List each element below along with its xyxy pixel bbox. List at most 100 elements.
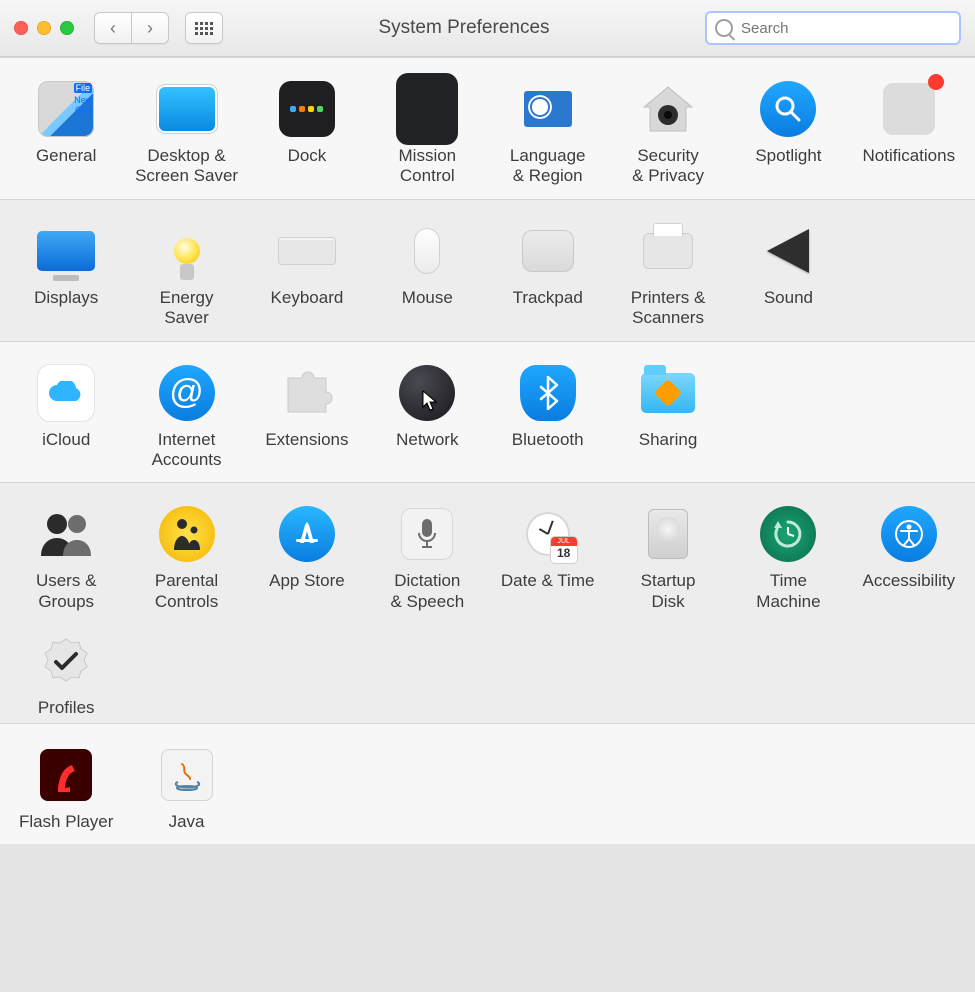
pref-displays[interactable]: Displays: [6, 220, 126, 329]
flash-icon: [35, 744, 97, 806]
pref-mission-control[interactable]: Mission Control: [367, 78, 487, 187]
pref-label: Sharing: [639, 430, 698, 450]
speaker-icon: [757, 220, 819, 282]
pref-icloud[interactable]: iCloud: [6, 362, 126, 471]
pref-label: Keyboard: [271, 288, 344, 308]
pref-label: Startup Disk: [641, 571, 696, 612]
pref-app-store[interactable]: App Store: [247, 503, 367, 612]
search-icon: [715, 19, 733, 37]
pref-label: Displays: [34, 288, 98, 308]
keyboard-icon: [276, 220, 338, 282]
pref-label: Accessibility: [863, 571, 956, 591]
pref-parental-controls[interactable]: Parental Controls: [126, 503, 246, 612]
pref-java[interactable]: Java: [126, 744, 246, 832]
pref-label: Spotlight: [755, 146, 821, 166]
pref-keyboard[interactable]: Keyboard: [247, 220, 367, 329]
lightbulb-icon: [156, 220, 218, 282]
pref-time-machine[interactable]: Time Machine: [728, 503, 848, 612]
pref-date-time[interactable]: JUL 18 Date & Time: [488, 503, 608, 612]
prefs-row-hardware: Displays Energy Saver Keyboard Mouse Tra…: [0, 199, 975, 341]
pref-profiles[interactable]: Profiles: [6, 630, 126, 718]
pref-accessibility[interactable]: Accessibility: [849, 503, 969, 612]
display-icon: [35, 220, 97, 282]
search-input[interactable]: [739, 19, 951, 38]
spotlight-icon: [757, 78, 819, 140]
pref-users-groups[interactable]: Users & Groups: [6, 503, 126, 612]
prefs-row-internet: iCloud @ Internet Accounts Extensions Ne…: [0, 341, 975, 483]
pref-flash-player[interactable]: Flash Player: [6, 744, 126, 832]
puzzle-icon: [276, 362, 338, 424]
pref-network[interactable]: Network: [367, 362, 487, 471]
trackpad-icon: [517, 220, 579, 282]
profiles-icon: [35, 630, 97, 692]
pref-label: App Store: [269, 571, 345, 591]
cloud-icon: [35, 362, 97, 424]
pref-label: Time Machine: [756, 571, 820, 612]
toolbar: ‹ › System Preferences: [0, 0, 975, 57]
pref-language-region[interactable]: Language & Region: [488, 78, 608, 187]
cursor-icon: [422, 390, 438, 412]
notifications-icon: [878, 78, 940, 140]
pref-label: Mouse: [402, 288, 453, 308]
pref-sharing[interactable]: Sharing: [608, 362, 728, 471]
back-button[interactable]: ‹: [94, 12, 132, 44]
app-store-icon: [276, 503, 338, 565]
show-all-button[interactable]: [185, 12, 223, 44]
mouse-icon: [396, 220, 458, 282]
pref-label: Mission Control: [399, 146, 457, 187]
pref-internet-accounts[interactable]: @ Internet Accounts: [126, 362, 246, 471]
pref-label: Desktop & Screen Saver: [135, 146, 238, 187]
pref-trackpad[interactable]: Trackpad: [488, 220, 608, 329]
prefs-row-thirdparty: Flash Player Java: [0, 723, 975, 844]
pref-security-privacy[interactable]: Security & Privacy: [608, 78, 728, 187]
bluetooth-icon: [517, 362, 579, 424]
pref-label: Sound: [764, 288, 813, 308]
pref-label: Notifications: [863, 146, 956, 166]
dock-icon: [276, 78, 338, 140]
pref-label: Trackpad: [513, 288, 583, 308]
parental-controls-icon: [156, 503, 218, 565]
pref-label: Printers & Scanners: [631, 288, 706, 329]
hard-drive-icon: [637, 503, 699, 565]
house-lock-icon: [637, 78, 699, 140]
search-field[interactable]: [705, 11, 961, 45]
accessibility-icon: [878, 503, 940, 565]
globe-icon: [396, 362, 458, 424]
pref-general[interactable]: File New One General: [6, 78, 126, 187]
pref-label: Parental Controls: [155, 571, 218, 612]
pref-label: Flash Player: [19, 812, 113, 832]
close-window-button[interactable]: [14, 21, 28, 35]
prefs-row-system: Users & Groups Parental Controls App Sto…: [0, 482, 975, 722]
pref-label: Bluetooth: [512, 430, 584, 450]
window-controls: [14, 21, 74, 35]
pref-mouse[interactable]: Mouse: [367, 220, 487, 329]
pref-spotlight[interactable]: Spotlight: [728, 78, 848, 187]
pref-notifications[interactable]: Notifications: [849, 78, 969, 187]
pref-startup-disk[interactable]: Startup Disk: [608, 503, 728, 612]
forward-button[interactable]: ›: [132, 12, 169, 44]
pref-label: Energy Saver: [160, 288, 214, 329]
pref-desktop-screensaver[interactable]: Desktop & Screen Saver: [126, 78, 246, 187]
time-machine-icon: [757, 503, 819, 565]
pref-bluetooth[interactable]: Bluetooth: [488, 362, 608, 471]
pref-energy-saver[interactable]: Energy Saver: [126, 220, 246, 329]
zoom-window-button[interactable]: [60, 21, 74, 35]
java-icon: [156, 744, 218, 806]
pref-label: Language & Region: [510, 146, 586, 187]
pref-label: iCloud: [42, 430, 90, 450]
pref-dictation-speech[interactable]: Dictation & Speech: [367, 503, 487, 612]
prefs-row-personal: File New One General Desktop & Screen Sa…: [0, 57, 975, 199]
mission-control-icon: [396, 78, 458, 140]
microphone-icon: [396, 503, 458, 565]
pref-label: Security & Privacy: [632, 146, 704, 187]
pref-label: Users & Groups: [36, 571, 96, 612]
minimize-window-button[interactable]: [37, 21, 51, 35]
nav-back-forward: ‹ ›: [94, 12, 169, 44]
pref-label: Dictation & Speech: [390, 571, 464, 612]
pref-dock[interactable]: Dock: [247, 78, 367, 187]
pref-extensions[interactable]: Extensions: [247, 362, 367, 471]
pref-label: Extensions: [265, 430, 348, 450]
pref-printers-scanners[interactable]: Printers & Scanners: [608, 220, 728, 329]
pref-sound[interactable]: Sound: [728, 220, 848, 329]
pref-label: Dock: [288, 146, 327, 166]
